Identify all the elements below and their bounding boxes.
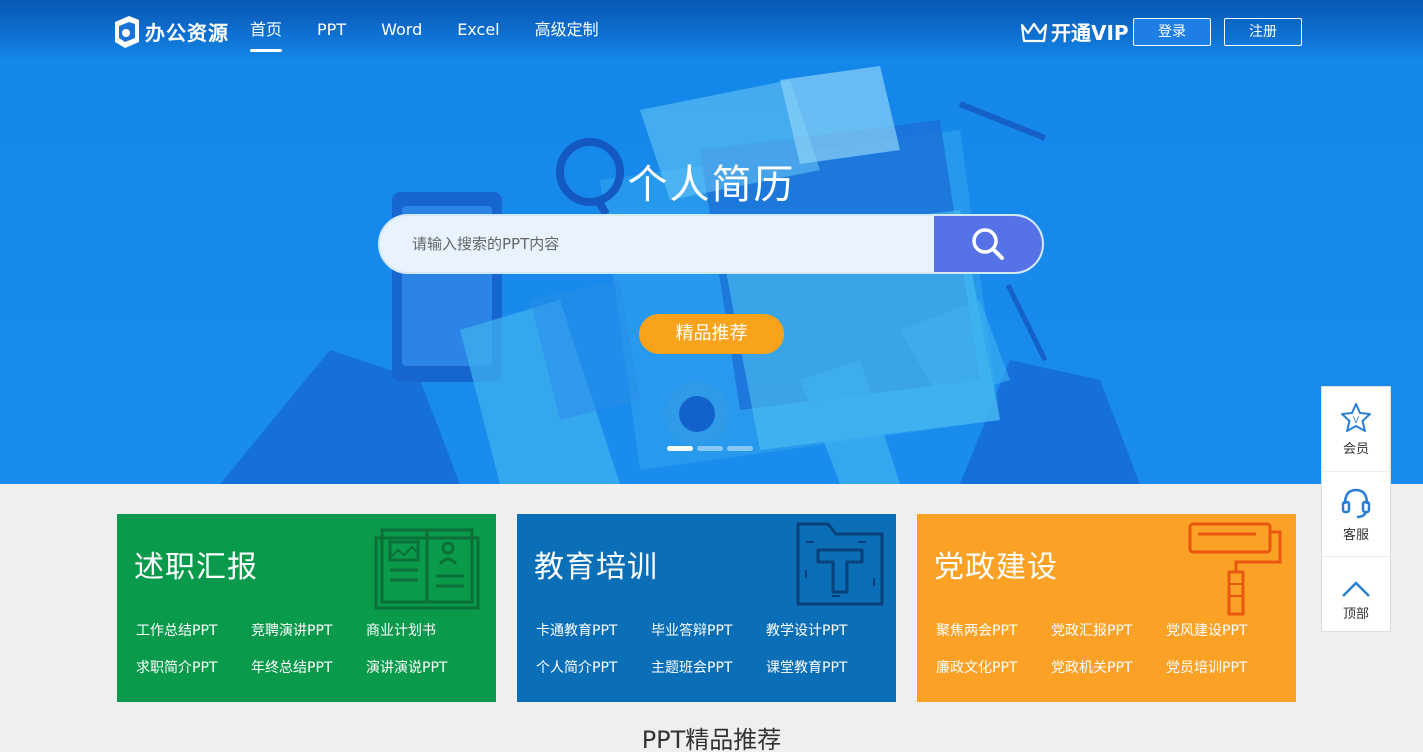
side-label: 会员 — [1342, 441, 1369, 457]
education-folder-icon — [796, 522, 884, 606]
nav-item-ppt[interactable]: PPT — [317, 0, 346, 60]
register-button[interactable]: 注册 — [1224, 18, 1302, 46]
card-link[interactable]: 主题班会PPT — [651, 657, 766, 677]
logo[interactable]: 办公资源 — [113, 14, 229, 48]
card-links: 工作总结PPT 竞聘演讲PPT 商业计划书 求职简介PPT 年终总结PPT 演讲… — [136, 620, 481, 677]
vip-label: 开通VIP — [1051, 21, 1129, 45]
card-link[interactable]: 个人简介PPT — [536, 657, 651, 677]
chevron-up-icon — [1342, 581, 1370, 597]
report-book-icon — [374, 528, 480, 610]
card-link[interactable]: 毕业答辩PPT — [651, 620, 766, 640]
card-link[interactable]: 党政机关PPT — [1051, 657, 1166, 677]
category-card-party[interactable]: 党政建设 聚焦两会PPT 党政汇报PPT 党风建设PPT 廉政文化PPT 党政机… — [917, 514, 1296, 702]
nav-item-home[interactable]: 首页 — [250, 0, 283, 60]
card-link[interactable]: 课堂教育PPT — [766, 657, 881, 677]
vip-star-icon: V — [1341, 402, 1371, 432]
logo-text: 办公资源 — [145, 20, 229, 45]
card-link[interactable]: 教学设计PPT — [766, 620, 881, 640]
side-item-service[interactable]: 客服 — [1322, 472, 1390, 557]
featured-button[interactable]: 精品推荐 — [639, 314, 784, 354]
search-box — [378, 214, 1044, 274]
carousel-dot[interactable] — [667, 446, 693, 451]
card-title[interactable]: 述职汇报 — [134, 542, 258, 586]
side-label: 客服 — [1342, 527, 1369, 543]
carousel-dot[interactable] — [697, 446, 723, 451]
logo-icon — [115, 16, 139, 48]
hero-title: 个人简历 — [627, 162, 796, 208]
card-link[interactable]: 竞聘演讲PPT — [251, 620, 366, 640]
card-link[interactable]: 党员培训PPT — [1166, 657, 1281, 677]
side-label: 顶部 — [1342, 607, 1369, 622]
card-title[interactable]: 党政建设 — [934, 542, 1058, 586]
card-link[interactable]: 演讲演说PPT — [366, 657, 481, 677]
nav-item-word[interactable]: Word — [381, 0, 422, 60]
category-card-report[interactable]: 述职汇报 工作总结PPT 竞聘演讲PPT 商业计划书 求职简介PPT 年终总结P… — [117, 514, 496, 702]
side-item-top[interactable]: 顶部 — [1322, 557, 1390, 642]
card-link[interactable]: 党政汇报PPT — [1051, 620, 1166, 640]
card-link[interactable]: 工作总结PPT — [136, 620, 251, 640]
section-title: PPT精品推荐 — [641, 726, 782, 752]
carousel-dot[interactable] — [727, 446, 753, 451]
card-link[interactable]: 年终总结PPT — [251, 657, 366, 677]
card-links: 聚焦两会PPT 党政汇报PPT 党风建设PPT 廉政文化PPT 党政机关PPT … — [936, 620, 1281, 677]
card-links: 卡通教育PPT 毕业答辩PPT 教学设计PPT 个人简介PPT 主题班会PPT … — [536, 620, 881, 677]
nav-item-custom[interactable]: 高级定制 — [535, 0, 599, 60]
category-card-education[interactable]: 教育培训 卡通教育PPT 毕业答辩PPT 教学设计PPT 个人简介PPT 主题班… — [517, 514, 896, 702]
main-nav: 首页 PPT Word Excel 高级定制 — [250, 0, 634, 60]
card-link[interactable]: 卡通教育PPT — [536, 620, 651, 640]
card-link[interactable]: 党风建设PPT — [1166, 620, 1281, 640]
search-input[interactable] — [380, 216, 936, 272]
crown-icon — [1020, 22, 1048, 42]
hero-banner: 办公资源 首页 PPT Word Excel 高级定制 开通VIP 登录 注册 … — [0, 0, 1423, 484]
svg-text:V: V — [1353, 416, 1360, 426]
card-link[interactable]: 求职简介PPT — [136, 657, 251, 677]
floating-side-panel: V 会员 客服 顶部 — [1321, 386, 1391, 632]
card-link[interactable]: 聚焦两会PPT — [936, 620, 1051, 640]
search-button[interactable] — [934, 216, 1042, 272]
card-title[interactable]: 教育培训 — [534, 542, 658, 586]
login-button[interactable]: 登录 — [1133, 18, 1211, 46]
card-link[interactable]: 商业计划书 — [366, 620, 481, 640]
search-icon — [972, 228, 1004, 260]
nav-item-excel[interactable]: Excel — [457, 0, 499, 60]
carousel-dots — [667, 446, 753, 451]
card-link[interactable]: 廉政文化PPT — [936, 657, 1051, 677]
headset-icon — [1341, 488, 1371, 518]
vip-link[interactable]: 开通VIP — [1020, 17, 1129, 46]
side-item-vip[interactable]: V 会员 — [1322, 387, 1390, 472]
paint-roller-icon — [1188, 522, 1282, 616]
